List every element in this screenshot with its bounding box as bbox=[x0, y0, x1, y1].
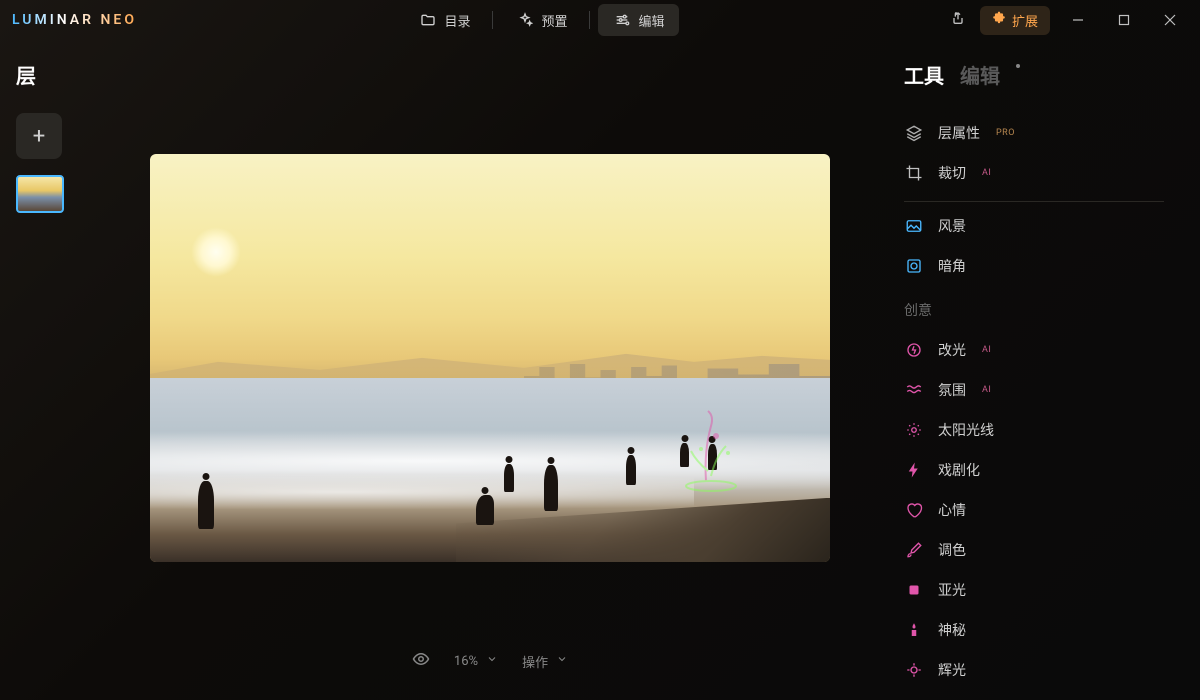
tool-dramatic[interactable]: 戏剧化 bbox=[904, 450, 1164, 490]
extensions-label: 扩展 bbox=[1012, 11, 1038, 30]
window-minimize[interactable] bbox=[1060, 5, 1096, 35]
window-close[interactable] bbox=[1152, 5, 1188, 35]
sun-icon bbox=[904, 420, 924, 440]
canvas-toolbar: 16% 操作 bbox=[412, 636, 568, 680]
square-icon bbox=[904, 580, 924, 600]
window-maximize[interactable] bbox=[1106, 5, 1142, 35]
tool-toning[interactable]: 调色 bbox=[904, 530, 1164, 570]
canvas-area: 16% 操作 bbox=[100, 40, 880, 700]
indicator-dot bbox=[1016, 64, 1020, 68]
pro-badge: PRO bbox=[996, 128, 1015, 138]
watermark bbox=[656, 401, 776, 501]
folder-icon bbox=[418, 10, 438, 30]
waves-icon bbox=[904, 380, 924, 400]
sliders-icon bbox=[612, 10, 632, 30]
image-canvas[interactable] bbox=[150, 154, 830, 562]
layers-panel: 层 + bbox=[0, 40, 100, 700]
tool-label: 调色 bbox=[938, 540, 966, 560]
layers-icon bbox=[904, 123, 924, 143]
ai-badge: AI bbox=[982, 168, 991, 178]
ai-badge: AI bbox=[982, 345, 991, 355]
layer-thumbnail[interactable] bbox=[16, 175, 64, 213]
tab-label: 预置 bbox=[541, 11, 567, 30]
tool-glow[interactable]: 辉光 bbox=[904, 650, 1164, 690]
tab-label: 目录 bbox=[444, 11, 470, 30]
tool-label: 风景 bbox=[938, 216, 966, 236]
heart-icon bbox=[904, 500, 924, 520]
flash-icon bbox=[904, 340, 924, 360]
tool-label: 氛围 bbox=[938, 380, 966, 400]
zoom-value: 16% bbox=[454, 654, 478, 669]
main-tabs: 目录 预置 编辑 bbox=[137, 4, 946, 36]
tool-atmosphere[interactable]: 氛围 AI bbox=[904, 370, 1164, 410]
tools-panel: 工具 编辑 层属性 PRO 裁切 AI 风景 bbox=[880, 40, 1200, 700]
crop-icon bbox=[904, 163, 924, 183]
tab-edits[interactable]: 编辑 bbox=[960, 60, 1000, 89]
extensions-button[interactable]: 扩展 bbox=[980, 6, 1050, 35]
tool-label: 暗角 bbox=[938, 256, 966, 276]
tool-label: 戏剧化 bbox=[938, 460, 980, 480]
tool-matte[interactable]: 亚光 bbox=[904, 570, 1164, 610]
bolt-icon bbox=[904, 460, 924, 480]
tool-vignette[interactable]: 暗角 bbox=[904, 246, 1164, 286]
zoom-level[interactable]: 16% bbox=[454, 653, 498, 669]
vignette-icon bbox=[904, 256, 924, 276]
tool-layer-properties[interactable]: 层属性 PRO bbox=[904, 113, 1164, 153]
candle-icon bbox=[904, 620, 924, 640]
tool-label: 裁切 bbox=[938, 163, 966, 183]
titlebar: LUMINAR NEO 目录 预置 编辑 扩展 bbox=[0, 0, 1200, 40]
tab-label: 编辑 bbox=[638, 11, 664, 30]
tool-landscape[interactable]: 风景 bbox=[904, 206, 1164, 246]
tool-label: 亚光 bbox=[938, 580, 966, 600]
tool-label: 辉光 bbox=[938, 660, 966, 680]
tool-label: 心情 bbox=[938, 500, 966, 520]
ops-label: 操作 bbox=[522, 652, 548, 671]
tool-label: 神秘 bbox=[938, 620, 966, 640]
puzzle-icon bbox=[992, 11, 1006, 29]
chevron-down-icon bbox=[486, 653, 498, 669]
tool-label: 层属性 bbox=[938, 123, 980, 143]
landscape-icon bbox=[904, 216, 924, 236]
tool-sunrays[interactable]: 太阳光线 bbox=[904, 410, 1164, 450]
eye-icon bbox=[412, 650, 430, 672]
ai-badge: AI bbox=[982, 385, 991, 395]
tab-tools[interactable]: 工具 bbox=[904, 60, 944, 89]
tab-catalog[interactable]: 目录 bbox=[404, 4, 484, 36]
tool-label: 太阳光线 bbox=[938, 420, 994, 440]
tool-label: 改光 bbox=[938, 340, 966, 360]
layers-title: 层 bbox=[16, 60, 84, 89]
tool-crop[interactable]: 裁切 AI bbox=[904, 153, 1164, 193]
visibility-toggle[interactable] bbox=[412, 650, 430, 672]
divider bbox=[904, 201, 1164, 202]
tool-mood[interactable]: 心情 bbox=[904, 490, 1164, 530]
glow-icon bbox=[904, 660, 924, 680]
separator bbox=[589, 11, 590, 29]
sparkle-icon bbox=[515, 10, 535, 30]
tab-presets[interactable]: 预置 bbox=[501, 4, 581, 36]
separator bbox=[492, 11, 493, 29]
right-tabs: 工具 编辑 bbox=[904, 60, 1164, 89]
category-creative: 创意 bbox=[904, 286, 1164, 330]
operations-menu[interactable]: 操作 bbox=[522, 652, 568, 671]
add-layer-button[interactable]: + bbox=[16, 113, 62, 159]
brush-icon bbox=[904, 540, 924, 560]
titlebar-right: 扩展 bbox=[946, 5, 1188, 35]
share-icon[interactable] bbox=[946, 6, 970, 34]
chevron-down-icon bbox=[556, 653, 568, 669]
tab-edit[interactable]: 编辑 bbox=[598, 4, 678, 36]
tool-relight[interactable]: 改光 AI bbox=[904, 330, 1164, 370]
tool-mystical[interactable]: 神秘 bbox=[904, 610, 1164, 650]
app-logo: LUMINAR NEO bbox=[12, 12, 137, 28]
